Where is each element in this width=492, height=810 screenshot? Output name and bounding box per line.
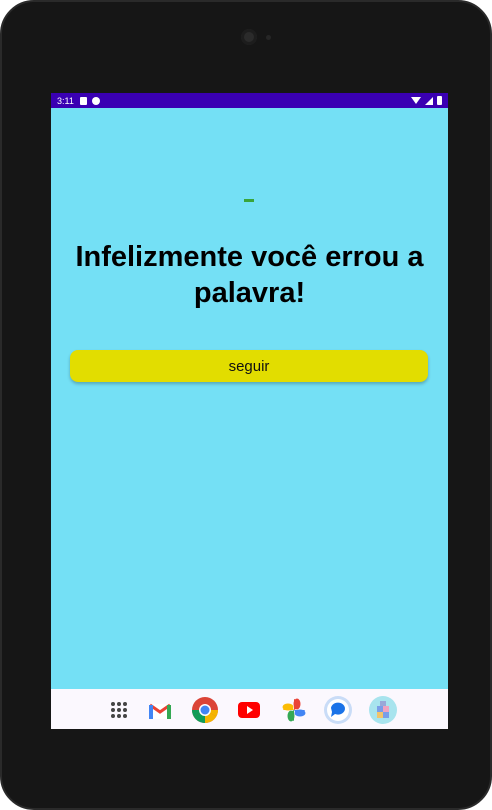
chrome-icon[interactable] <box>190 695 220 725</box>
word-placeholder-dash <box>244 199 254 202</box>
notification-icon <box>91 96 100 105</box>
camera-icon <box>241 29 257 45</box>
app-drawer-icon[interactable] <box>104 695 134 725</box>
messages-icon[interactable] <box>323 695 353 725</box>
store-icon[interactable] <box>368 695 398 725</box>
status-bar: 3:11 <box>51 93 448 108</box>
status-icons <box>411 96 442 105</box>
status-time: 3:11 <box>57 95 74 106</box>
youtube-icon[interactable] <box>234 695 264 725</box>
signal-icon <box>425 96 433 105</box>
gmail-icon[interactable] <box>145 695 175 725</box>
result-message: Infelizmente você errou a palavra! <box>75 241 424 309</box>
seguir-button[interactable]: seguir <box>70 350 428 382</box>
sim-card-icon <box>79 96 87 105</box>
sensor-icon <box>266 35 271 40</box>
wifi-icon <box>411 97 421 104</box>
battery-icon <box>437 96 442 105</box>
tablet-frame: 3:11 Infelizmente você errou a palavra! … <box>0 0 492 810</box>
screen: 3:11 Infelizmente você errou a palavra! … <box>51 93 448 729</box>
app-dock <box>51 689 448 729</box>
photos-icon[interactable] <box>279 695 309 725</box>
